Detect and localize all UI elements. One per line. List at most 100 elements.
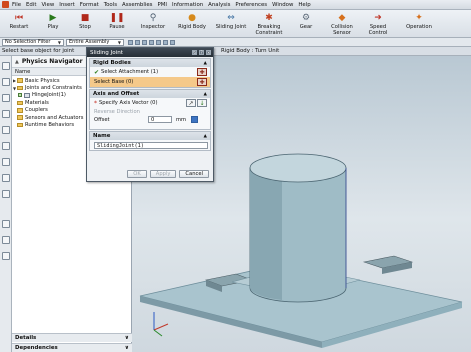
history-icon[interactable] <box>2 126 10 134</box>
operation-button[interactable]: ✦ Operation <box>402 12 436 36</box>
menu-preferences[interactable]: Preferences <box>235 2 267 8</box>
constraint-navigator-icon[interactable] <box>2 78 10 86</box>
snap-icon[interactable] <box>156 39 161 45</box>
sliding-joint-button[interactable]: ⇔ Sliding Joint <box>213 12 249 36</box>
web-browser-icon[interactable] <box>2 220 10 228</box>
close-icon[interactable]: × <box>206 50 211 55</box>
selection-filter-dropdown[interactable]: No Selection Filter ▼ <box>2 38 64 46</box>
reuse-library-icon[interactable] <box>2 110 10 118</box>
inspector-icon: ⚲ <box>149 13 157 23</box>
menu-file[interactable]: File <box>12 2 21 8</box>
select-object-icon[interactable]: ✚ <box>197 68 207 76</box>
operation-label: Operation <box>406 24 432 30</box>
menu-insert[interactable]: Insert <box>59 2 74 8</box>
collision-sensor-button[interactable]: ◆ Collision Sensor <box>327 12 357 36</box>
pause-button[interactable]: ❚❚ Pause <box>106 12 128 36</box>
nx-logo-icon <box>2 1 9 8</box>
details-label: Details <box>15 335 37 341</box>
snap-icon[interactable] <box>135 39 140 45</box>
settings-icon[interactable] <box>2 252 10 260</box>
snap-icon[interactable] <box>142 39 147 45</box>
snap-icon[interactable] <box>163 39 168 45</box>
required-icon: * <box>94 99 97 107</box>
snap-icon[interactable] <box>149 39 154 45</box>
name-header[interactable]: Name ▲ <box>90 132 210 140</box>
select-object-icon[interactable]: ✚ <box>197 78 207 86</box>
reset-icon[interactable]: ↻ <box>192 50 197 55</box>
selection-scope-dropdown[interactable]: Entire Assembly ▼ <box>66 38 124 46</box>
reverse-direction-label: Reverse Direction <box>94 108 140 115</box>
menu-tools[interactable]: Tools <box>104 2 117 8</box>
rigid-body-label: Rigid Body <box>178 24 206 30</box>
tree-item-label: Runtime Behaviors <box>25 122 75 129</box>
vector-type-dropdown[interactable]: ↓ <box>197 99 207 107</box>
dependencies-section[interactable]: Dependencies ∨ <box>12 343 132 352</box>
select-attachment-label: Select Attachment (1) <box>101 69 159 75</box>
restart-button[interactable]: ⏮ Restart <box>6 12 32 36</box>
folder-icon <box>17 78 23 83</box>
help-icon[interactable]: ? <box>199 50 204 55</box>
details-section[interactable]: Details ∨ <box>12 333 132 342</box>
stop-button[interactable]: ■ Stop <box>74 12 96 36</box>
menu-help[interactable]: Help <box>298 2 310 8</box>
selection-scope-value: Entire Assembly <box>69 38 110 45</box>
system-materials-icon[interactable] <box>2 174 10 182</box>
joint-name-input[interactable]: SlidingJoint(1) <box>94 142 208 149</box>
breaking-constraint-button[interactable]: ✱ Breaking Constraint <box>252 12 286 36</box>
menu-window[interactable]: Window <box>272 2 293 8</box>
menu-edit[interactable]: Edit <box>26 2 36 8</box>
tree-item-label: Basic Physics <box>25 77 60 84</box>
vector-dialog-icon[interactable]: ↗ <box>186 99 196 107</box>
speed-control-label: Speed Control <box>368 24 388 36</box>
rigid-body-button[interactable]: ● Rigid Body <box>176 12 208 36</box>
collision-sensor-icon: ◆ <box>338 13 346 23</box>
roles-icon[interactable] <box>2 158 10 166</box>
selection-filter-value: No Selection Filter <box>5 38 51 45</box>
menu-view[interactable]: View <box>41 2 54 8</box>
play-button[interactable]: ▶ Play <box>42 12 64 36</box>
cancel-button[interactable]: Cancel <box>179 170 209 178</box>
play-label: Play <box>47 24 59 30</box>
play-icon: ▶ <box>49 13 57 23</box>
physics-navigator-icon[interactable] <box>2 142 10 150</box>
offset-unit[interactable]: mm <box>176 117 186 123</box>
stop-icon: ■ <box>80 13 90 23</box>
specify-axis-vector-row[interactable]: * Specify Axis Vector (0) ↗ ↓ <box>90 98 210 108</box>
menu-information[interactable]: Information <box>172 2 203 8</box>
name-title: Name <box>93 133 111 139</box>
part-navigator-icon[interactable] <box>2 94 10 102</box>
check-icon[interactable] <box>18 93 22 98</box>
x-axis-icon <box>153 323 169 331</box>
snap-icon[interactable] <box>128 39 133 45</box>
sliding-joint-dialog: Sliding Joint ↻ ? × Rigid Bodies ▲ ✔ Sel… <box>86 47 214 182</box>
stop-label: Stop <box>79 24 91 30</box>
dependencies-label: Dependencies <box>15 345 58 351</box>
status-bar: Select base object for joint Rigid Body … <box>0 47 471 56</box>
rigid-bodies-header[interactable]: Rigid Bodies ▲ <box>90 59 210 67</box>
menu-pmi[interactable]: PMI <box>157 2 167 8</box>
menu-format[interactable]: Format <box>80 2 99 8</box>
ok-button[interactable]: OK <box>127 170 147 178</box>
offset-menu-icon[interactable] <box>191 116 198 123</box>
gear-button[interactable]: ⚙ Gear <box>295 12 317 36</box>
simulation-toolbar: ⏮ Restart ▶ Play ■ Stop ❚❚ Pause ⚲ Inspe… <box>0 10 471 38</box>
select-attachment-row[interactable]: ✔ Select Attachment (1) ✚ <box>90 67 210 77</box>
rigid-bodies-title: Rigid Bodies <box>93 60 131 66</box>
inspector-button[interactable]: ⚲ Inspector <box>137 12 169 36</box>
axis-offset-header[interactable]: Axis and Offset ▲ <box>90 90 210 98</box>
chevron-up-icon: ▲ <box>203 133 207 139</box>
menu-assemblies[interactable]: Assemblies <box>122 2 152 8</box>
pin-icon[interactable]: ▲ <box>15 59 19 65</box>
sliding-joint-label: Sliding Joint <box>215 24 247 30</box>
apply-button[interactable]: Apply <box>149 170 177 178</box>
palette-icon[interactable] <box>2 236 10 244</box>
menu-analysis[interactable]: Analysis <box>208 2 230 8</box>
speed-control-button[interactable]: ➜ Speed Control <box>364 12 392 36</box>
assembly-navigator-icon[interactable] <box>2 62 10 70</box>
chevron-up-icon: ▲ <box>203 91 207 97</box>
select-base-row[interactable]: Select Base (0) ✚ <box>90 77 210 87</box>
offset-input[interactable]: 0 <box>148 116 172 123</box>
process-studio-icon[interactable] <box>2 190 10 198</box>
snap-icon[interactable] <box>170 39 175 45</box>
specify-axis-vector-label: Specify Axis Vector (0) <box>99 100 158 106</box>
